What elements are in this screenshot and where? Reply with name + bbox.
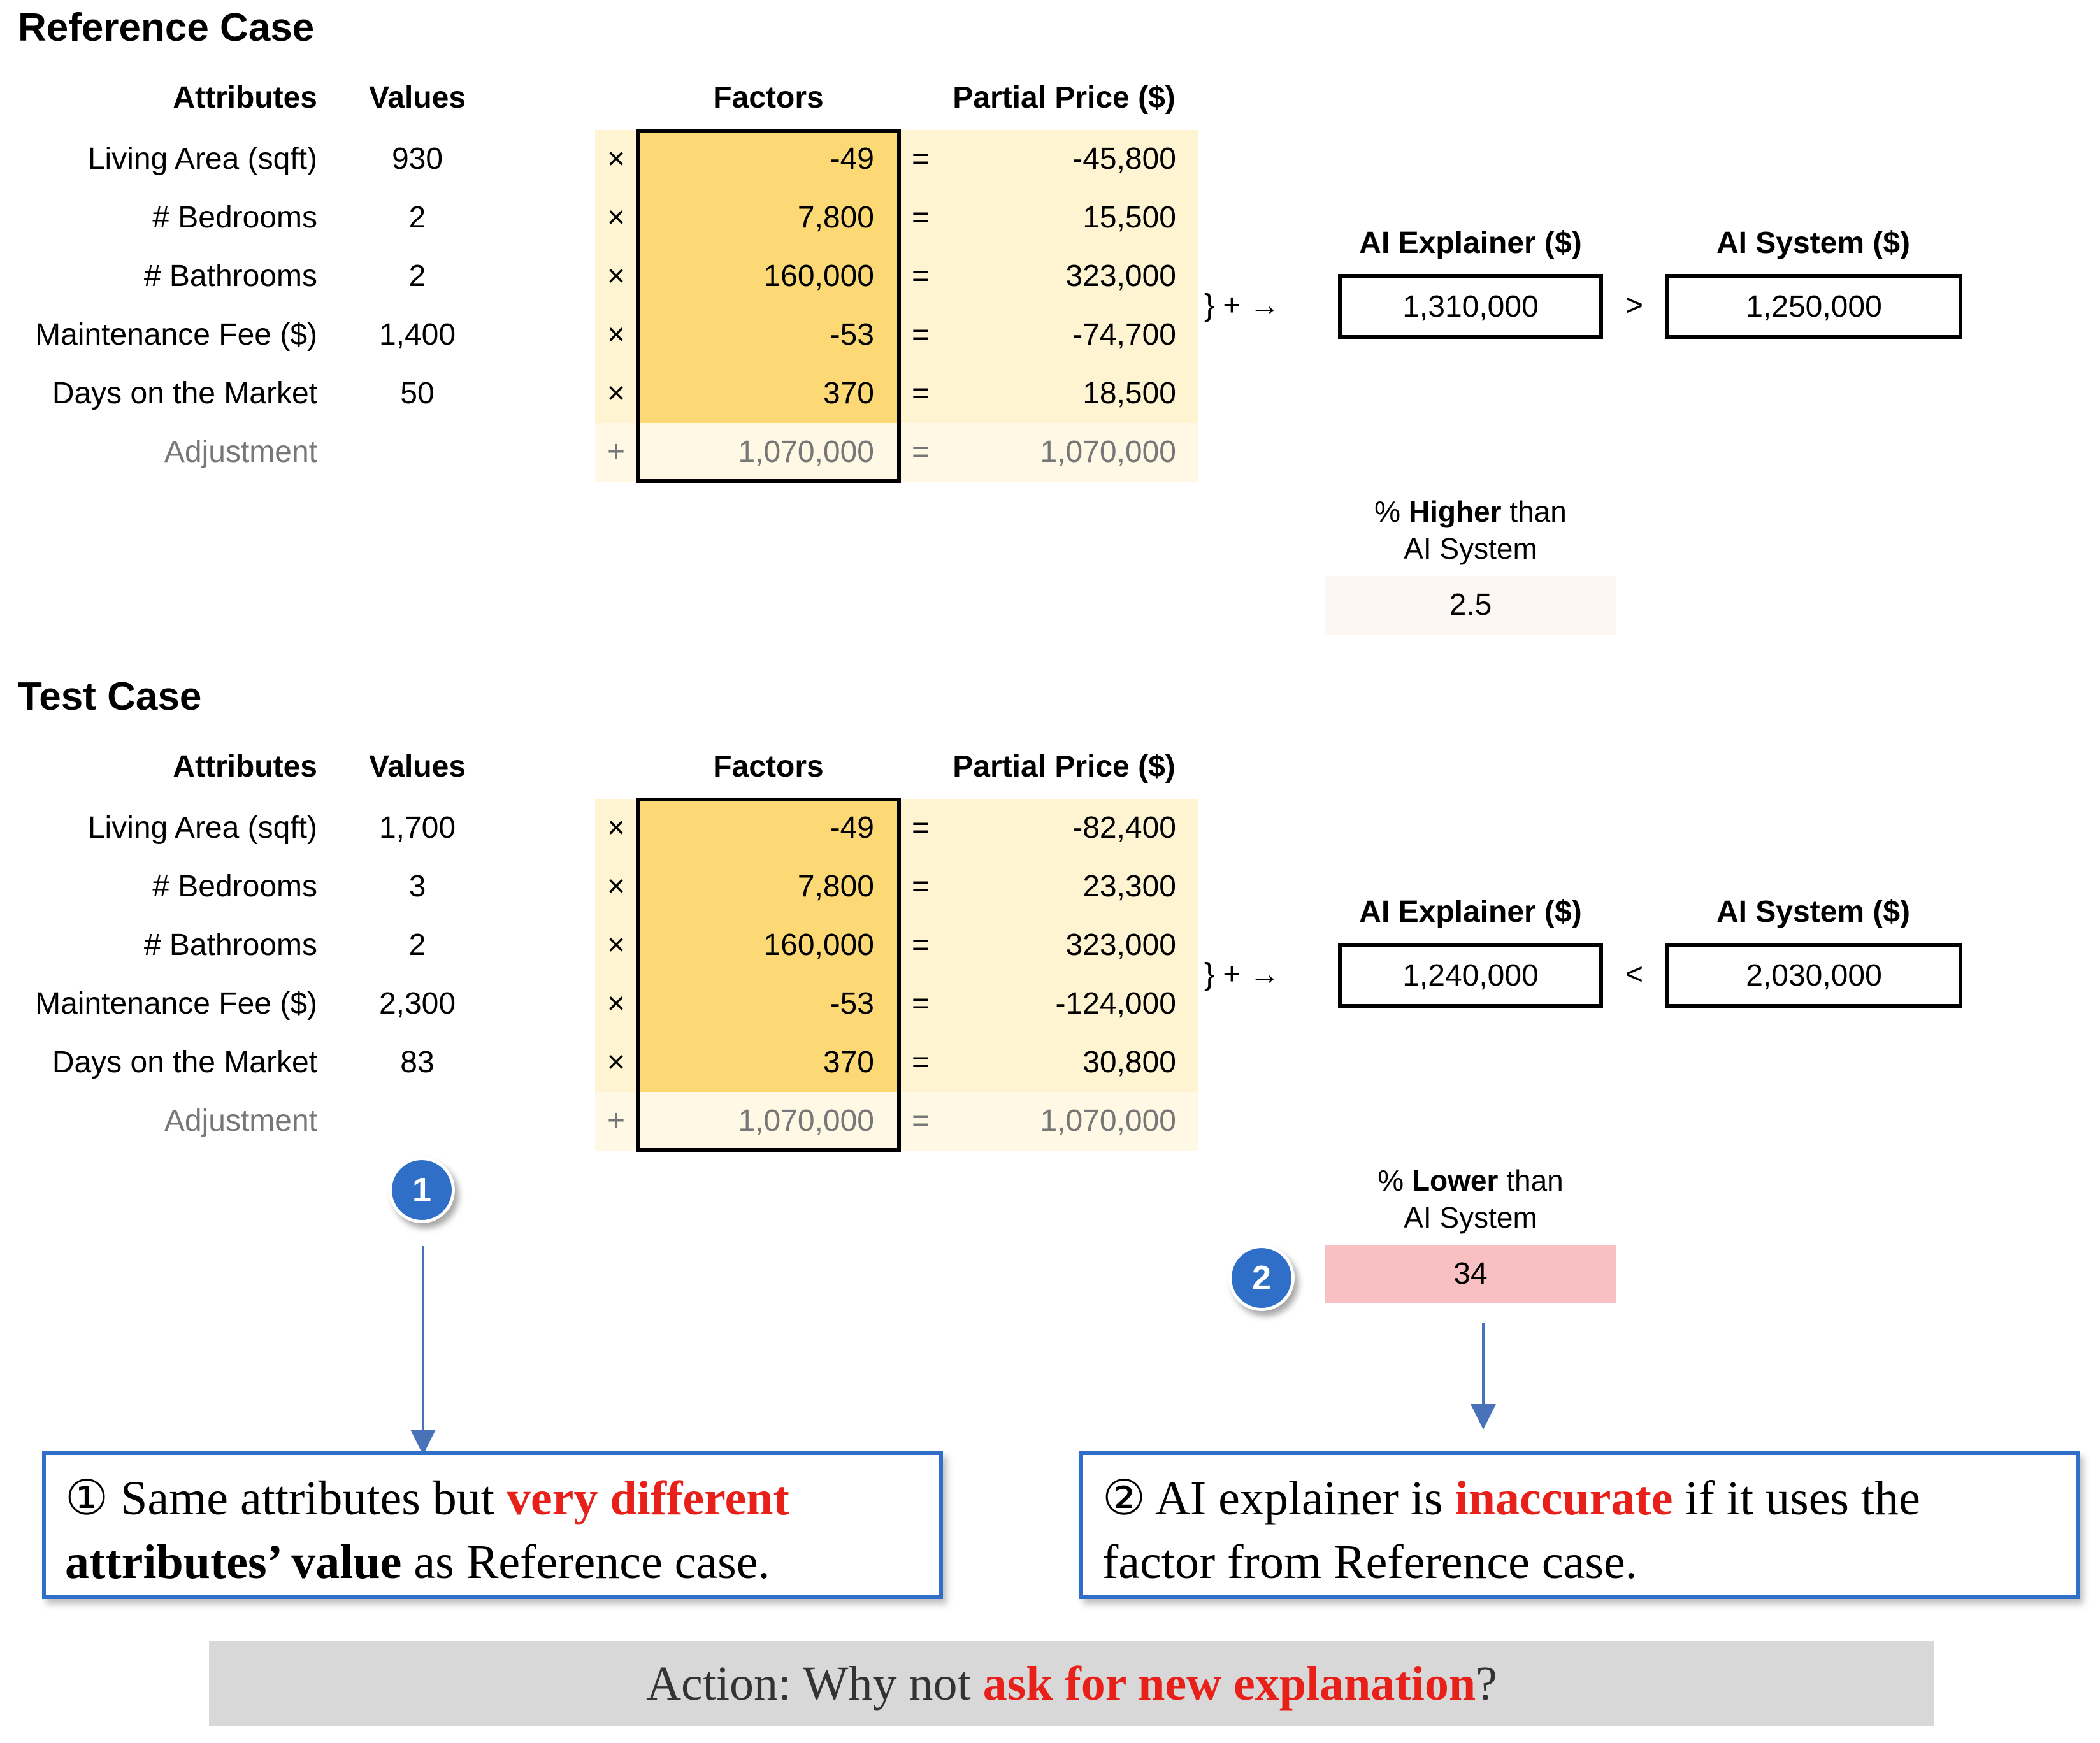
action-banner: Action: Why not ask for new explanation? xyxy=(209,1641,1934,1726)
callout-1: ① Same attributes but very different att… xyxy=(42,1451,943,1599)
callout-2: ② AI explainer is inaccurate if it uses … xyxy=(1079,1451,2080,1599)
